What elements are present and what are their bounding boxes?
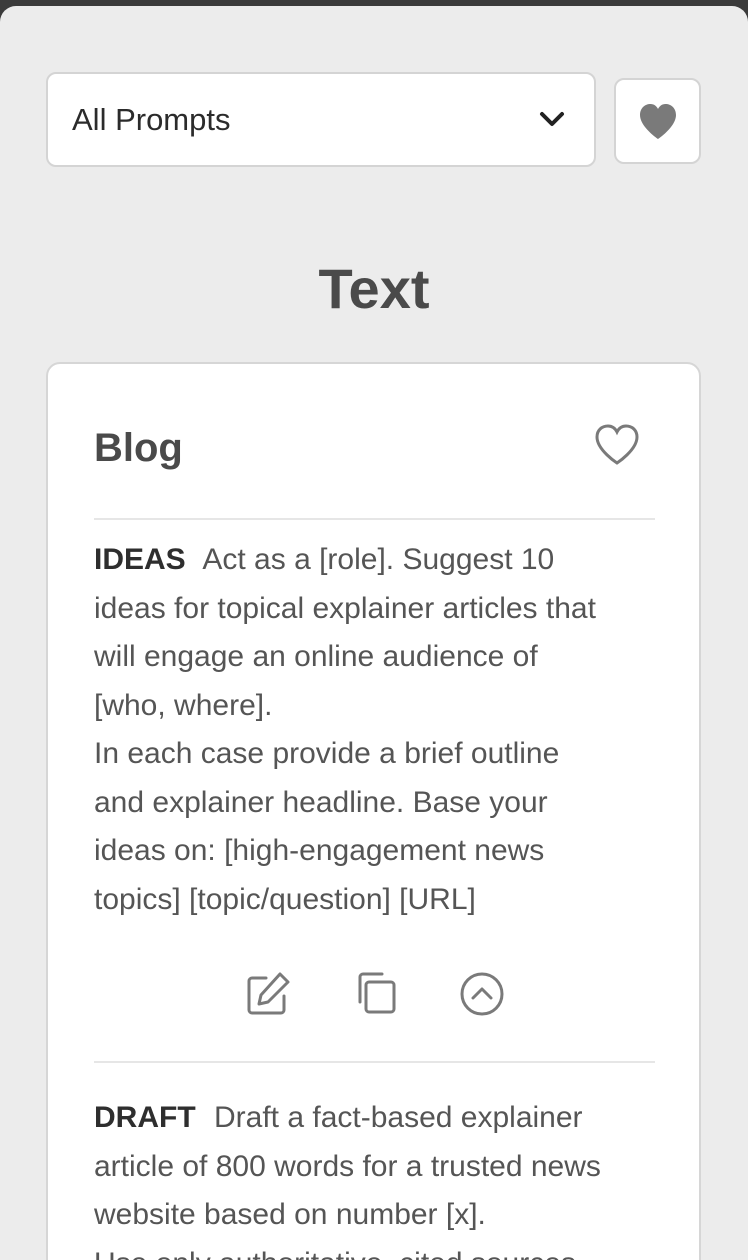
prompt-text: ideas on: [high-engagement news: [94, 834, 545, 867]
collapse-icon[interactable]: [458, 970, 506, 1018]
heart-filled-icon: [640, 104, 676, 139]
prompt-text: [who, where].: [94, 688, 273, 722]
divider: [94, 518, 655, 520]
prompt-library-panel: All Prompts Text Blog IDEAS Act as a [ro…: [0, 6, 748, 1260]
edit-icon[interactable]: [244, 970, 292, 1018]
favorites-filter-button[interactable]: [614, 78, 701, 164]
prompt-text: ideas for topical explainer articles tha…: [94, 591, 596, 625]
prompt-text: website based on number [x].: [94, 1198, 486, 1231]
prompt-text: Use only authoritative, cited sources.: [94, 1240, 660, 1260]
prompt-text: and explainer headline. Base your: [94, 785, 548, 819]
chevron-down-icon: [540, 112, 564, 126]
prompt-text: Draft a fact-based explainer: [214, 1101, 583, 1134]
prompt-category-select[interactable]: All Prompts: [46, 72, 596, 167]
card-title: Blog: [94, 426, 183, 470]
prompt-text: In each case provide a brief outline: [94, 737, 560, 770]
prompt-text: Act as a [role]. Suggest 10: [202, 543, 555, 576]
prompt-text: will engage an online audience of: [94, 640, 538, 673]
prompt-card: Blog IDEAS Act as a [role]. Suggest 10 i…: [46, 362, 701, 1260]
favorite-heart-icon[interactable]: [594, 424, 640, 466]
divider: [94, 1061, 655, 1063]
copy-icon[interactable]: [352, 970, 400, 1018]
prompt-actions: [48, 970, 703, 1018]
select-value: All Prompts: [72, 102, 231, 137]
prompt-text: article of 800 words for a trusted news: [94, 1149, 601, 1183]
prompt-text: topics] [topic/question] [URL]: [94, 882, 476, 916]
prompt-ideas: IDEAS Act as a [role]. Suggest 10 ideas …: [94, 536, 660, 924]
prompt-tag: IDEAS: [94, 543, 186, 576]
section-title: Text: [318, 257, 430, 320]
prompt-tag: DRAFT: [94, 1101, 196, 1134]
prompt-draft: DRAFT Draft a fact-based explainer artic…: [94, 1094, 660, 1260]
